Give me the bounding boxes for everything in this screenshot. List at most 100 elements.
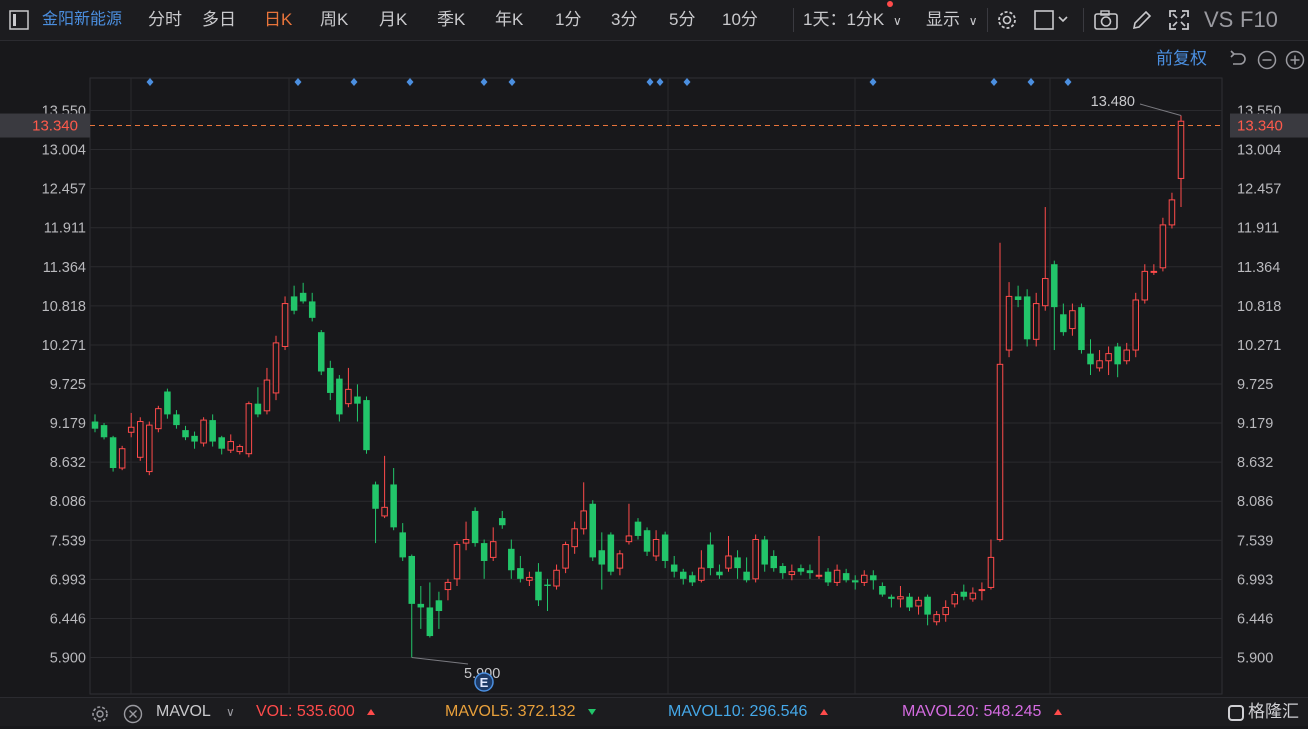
- tab-5min[interactable]: 5分: [669, 0, 695, 40]
- kline-chart[interactable]: 13.550 13.55013.004 13.00412.457 12.45711.9…: [0, 0, 1308, 697]
- price-tick-left: 10.818: [42, 299, 86, 315]
- price-tick-right: 11.364: [1237, 260, 1280, 276]
- candle-body-down: [1087, 353, 1094, 365]
- candle-body-up: [526, 576, 533, 581]
- candle-body-down: [164, 391, 171, 415]
- tab-weekly-k[interactable]: 周K: [320, 0, 348, 40]
- candle-body-down: [779, 565, 787, 574]
- candle-body-down: [1023, 296, 1031, 340]
- fullscreen-icon[interactable]: [1167, 8, 1191, 37]
- candle-body-down: [354, 396, 361, 404]
- undo-icon[interactable]: [1228, 50, 1248, 75]
- event-marker-icon: [406, 78, 414, 86]
- price-tick-left: 12.457: [42, 182, 86, 198]
- candle-body-up: [272, 342, 280, 394]
- price-tick-right: 6.993: [1237, 572, 1273, 588]
- zoom-out-icon[interactable]: [1257, 50, 1277, 75]
- f10-button[interactable]: F10: [1240, 0, 1278, 40]
- candle-body-down: [734, 557, 741, 569]
- layout-icon[interactable]: [8, 9, 30, 36]
- mavol10-label: MAVOL10:: [668, 703, 746, 720]
- price-tick-right: 6.446: [1237, 611, 1273, 627]
- event-marker-icon: [683, 78, 691, 86]
- tab-10min[interactable]: 10分: [722, 0, 758, 40]
- candle-body-up: [571, 528, 578, 548]
- high-price-label: 13.480: [1091, 94, 1135, 110]
- vol-label: VOL:: [256, 703, 293, 720]
- event-marker-icon: [350, 78, 358, 86]
- candle-body-up: [996, 363, 1004, 541]
- vol-value: 535.600: [296, 703, 355, 720]
- price-tick-left: 13.004: [42, 143, 86, 159]
- stock-name[interactable]: 金阳新能源: [42, 0, 122, 40]
- candle-body-down: [535, 571, 542, 601]
- tab-quarterly-k[interactable]: 季K: [437, 0, 465, 40]
- candle-body-down: [498, 518, 506, 526]
- price-tick-left: 9.179: [50, 416, 86, 432]
- candle-body-down: [906, 596, 913, 608]
- vs-button[interactable]: VS: [1204, 0, 1233, 40]
- tab-3min[interactable]: 3分: [611, 0, 637, 40]
- interval-select-label: 1天：1分K: [803, 10, 885, 29]
- price-tick-left: 9.725: [50, 377, 86, 393]
- tab-1min[interactable]: 1分: [555, 0, 581, 40]
- adjust-mode-button[interactable]: 前复权: [1156, 44, 1207, 74]
- event-marker-icon: [1027, 78, 1035, 86]
- candle-body-down: [317, 332, 325, 372]
- candle-body-down: [100, 425, 108, 438]
- brand-logo: 格隆汇: [1228, 698, 1299, 726]
- candle-body-up: [562, 544, 569, 569]
- candle-body-up: [1069, 310, 1076, 330]
- candle-body-down: [716, 571, 723, 576]
- candle-body-down: [851, 580, 859, 583]
- pencil-icon[interactable]: [1130, 8, 1154, 37]
- candle-body-up: [698, 567, 705, 581]
- checkbox-icon[interactable]: [1033, 8, 1073, 37]
- candle-body-down: [1078, 307, 1085, 351]
- candle-body-up: [815, 574, 823, 577]
- candle-body-up: [987, 556, 995, 588]
- gear-icon[interactable]: [90, 704, 110, 729]
- candle-body-down: [417, 603, 425, 608]
- candle-body-up: [752, 539, 759, 580]
- candle-body-down: [173, 414, 180, 426]
- chevron-down-icon[interactable]: ∨: [226, 698, 235, 726]
- logo-icon: [1228, 704, 1244, 721]
- mavol20-readout: MAVOL20: 548.245: [902, 698, 1062, 726]
- up-arrow-icon: [367, 708, 376, 715]
- camera-icon[interactable]: [1093, 8, 1119, 37]
- candle-body-up: [489, 541, 497, 558]
- candle-body-up: [200, 419, 207, 444]
- gear-icon[interactable]: [995, 8, 1019, 37]
- mavol20-label: MAVOL20:: [902, 703, 980, 720]
- candle-body-up: [652, 539, 660, 557]
- tab-multi-day[interactable]: 多日: [202, 0, 236, 40]
- candle-body-down: [679, 571, 687, 579]
- display-menu[interactable]: 显示 ∨: [926, 0, 978, 40]
- price-tick-left: 8.086: [50, 494, 86, 510]
- tab-yearly-k[interactable]: 年K: [495, 0, 523, 40]
- candle-body-down: [661, 534, 669, 561]
- candle-body-down: [327, 367, 334, 393]
- tab-monthly-k[interactable]: 月K: [379, 0, 407, 40]
- event-marker-icon: [1064, 78, 1072, 86]
- candle-body-up: [1032, 303, 1040, 340]
- candle-body-up: [788, 571, 796, 576]
- candle-body-up: [227, 441, 235, 451]
- candle-body-down: [480, 543, 488, 561]
- tab-timeshare[interactable]: 分时: [148, 0, 182, 40]
- candle-body-down: [879, 585, 886, 595]
- vol-readout: VOL: 535.600: [256, 698, 376, 726]
- candle-body-up: [1168, 199, 1176, 226]
- zoom-in-icon[interactable]: [1285, 50, 1305, 75]
- close-icon[interactable]: [123, 704, 143, 729]
- price-tick-right: 12.457: [1237, 182, 1281, 198]
- candle-body-down: [761, 539, 768, 565]
- price-tick-left: 6.446: [50, 611, 86, 627]
- indicator-name: MAVOL: [156, 703, 211, 720]
- candle-body-down: [218, 437, 225, 449]
- candle-body-down: [589, 503, 597, 558]
- candle-body-up: [1123, 349, 1130, 362]
- tab-daily-k[interactable]: 日K: [264, 0, 292, 40]
- candle-body-up: [136, 421, 144, 458]
